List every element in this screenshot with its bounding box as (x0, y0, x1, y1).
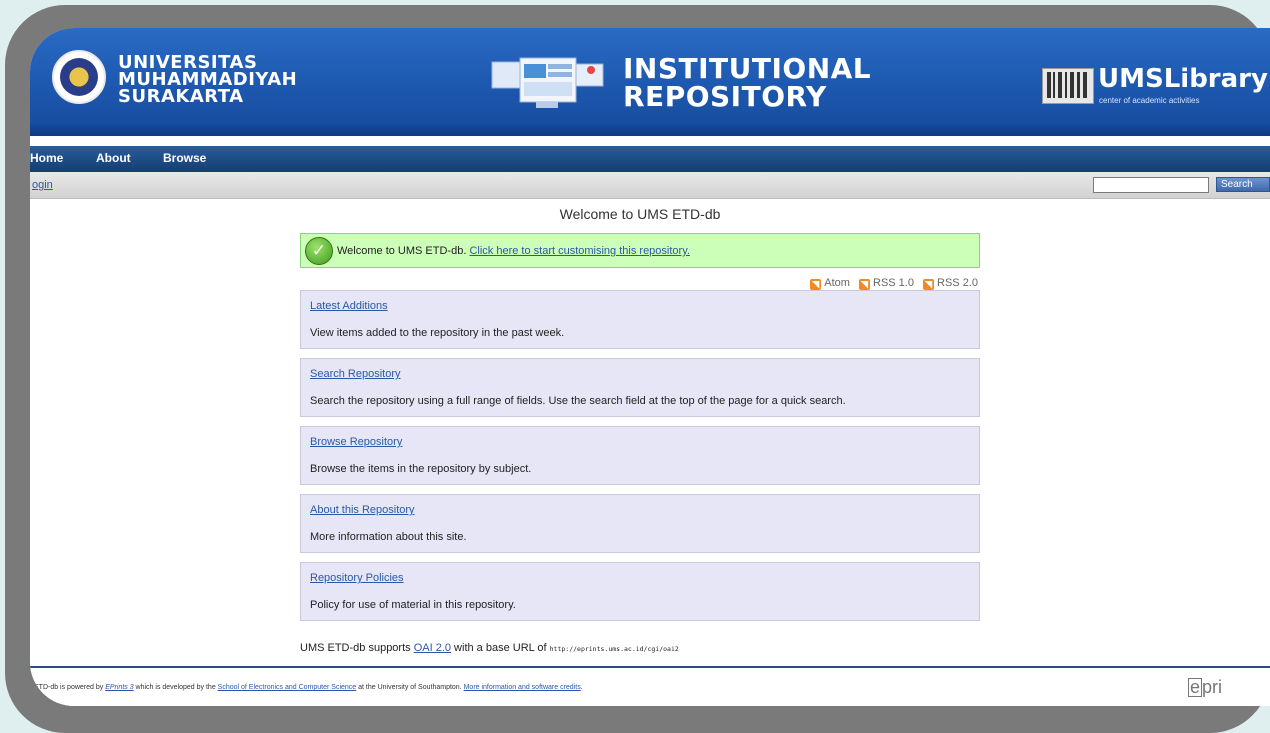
eprints-link[interactable]: EPrints 3 (105, 684, 133, 691)
card-description: Policy for use of material in this repos… (310, 599, 516, 611)
oai-prefix: UMS ETD-db supports (300, 642, 414, 654)
library-name: UMSLibrary (1098, 64, 1268, 94)
card-title-link[interactable]: Browse Repository (310, 436, 402, 448)
card-browse-repository: Browse Repository Browse the items in th… (300, 426, 980, 485)
university-line: SURAKARTA (118, 86, 244, 107)
atom-feed-link[interactable]: ◥ Atom (810, 277, 850, 290)
card-title-link[interactable]: Search Repository (310, 368, 401, 380)
feed-label: RSS 1.0 (873, 277, 914, 289)
card-latest-additions: Latest Additions View items added to the… (300, 290, 980, 349)
repository-illustration-icon (491, 57, 604, 108)
login-link[interactable]: ogin (32, 179, 53, 191)
eprints-logo-text: pri (1202, 677, 1223, 697)
rss1-feed-link[interactable]: ◥ RSS 1.0 (859, 277, 914, 290)
header-banner: UNIVERSITAS MUHAMMADIYAH SURAKARTA INSTI… (30, 28, 1270, 136)
oai-middle: with a base URL of (451, 642, 550, 654)
rss-icon: ◥ (923, 279, 935, 290)
footer-text: . (580, 684, 583, 691)
oai-url: http://eprints.ums.ac.id/cgi/oai2 (549, 645, 679, 653)
repository-title: INSTITUTIONAL REPOSITORY (623, 55, 871, 111)
welcome-text: Welcome to UMS ETD-db. (337, 245, 470, 257)
customise-link[interactable]: Click here to start customising this rep… (469, 245, 689, 257)
browser-screen: UNIVERSITAS MUHAMMADIYAH SURAKARTA INSTI… (30, 28, 1270, 706)
repository-title-line: INSTITUTIONAL (623, 52, 872, 85)
card-repository-policies: Repository Policies Policy for use of ma… (300, 562, 980, 621)
nav-about[interactable]: About (96, 151, 131, 165)
welcome-message-text: Welcome to UMS ETD-db. Click here to sta… (337, 245, 690, 257)
card-about-repository: About this Repository More information a… (300, 494, 980, 553)
footer-text: which is developed by the (133, 684, 218, 691)
eprints-logo-e: e (1188, 677, 1203, 697)
main-nav: Home About Browse (30, 146, 1270, 172)
footer-credits: ETD-db is powered by EPrints 3 which is … (34, 684, 583, 691)
card-title-link[interactable]: Latest Additions (310, 300, 388, 312)
eprints-logo[interactable]: e pri (1188, 677, 1222, 698)
rss2-feed-link[interactable]: ◥ RSS 2.0 (923, 277, 978, 290)
card-description: View items added to the repository in th… (310, 327, 565, 339)
card-title-link[interactable]: Repository Policies (310, 572, 404, 584)
library-tagline: center of academic activities (1099, 96, 1200, 105)
rss-icon: ◥ (859, 279, 870, 290)
nav-home[interactable]: Home (30, 151, 63, 165)
footer-text: ETD-db is powered by (34, 684, 106, 691)
footer-text: at the University of Southampton. (356, 684, 464, 691)
welcome-message: ✓ Welcome to UMS ETD-db. Click here to s… (300, 233, 980, 268)
feed-links: ◥ Atom ◥ RSS 1.0 ◥ RSS 2.0 (800, 277, 978, 290)
credits-link[interactable]: More information and software credits (464, 684, 581, 691)
rss-icon: ◥ (810, 279, 822, 290)
banner-stripe (30, 124, 1270, 136)
card-title-link[interactable]: About this Repository (310, 504, 415, 516)
page-title: Welcome to UMS ETD-db (559, 206, 721, 222)
card-description: Search the repository using a full range… (310, 395, 846, 407)
feed-label: Atom (824, 277, 850, 289)
university-seal-logo (52, 50, 106, 104)
nav-browse[interactable]: Browse (163, 151, 206, 165)
university-name: UNIVERSITAS MUHAMMADIYAH SURAKARTA (118, 54, 297, 107)
repository-title-line: REPOSITORY (623, 80, 827, 113)
library-barcode-icon (1042, 68, 1094, 104)
feed-label: RSS 2.0 (937, 277, 978, 289)
oai-link[interactable]: OAI 2.0 (414, 642, 451, 654)
login-search-bar: ogin Search (30, 172, 1270, 199)
checkmark-icon: ✓ (305, 237, 333, 265)
ecs-link[interactable]: School of Electronics and Computer Scien… (218, 684, 357, 691)
search-button[interactable]: Search (1216, 177, 1270, 192)
oai-info: UMS ETD-db supports OAI 2.0 with a base … (300, 642, 679, 654)
card-description: More information about this site. (310, 531, 467, 543)
search-input[interactable] (1093, 177, 1209, 193)
card-search-repository: Search Repository Search the repository … (300, 358, 980, 417)
card-description: Browse the items in the repository by su… (310, 463, 532, 475)
footer: ETD-db is powered by EPrints 3 which is … (30, 666, 1270, 706)
